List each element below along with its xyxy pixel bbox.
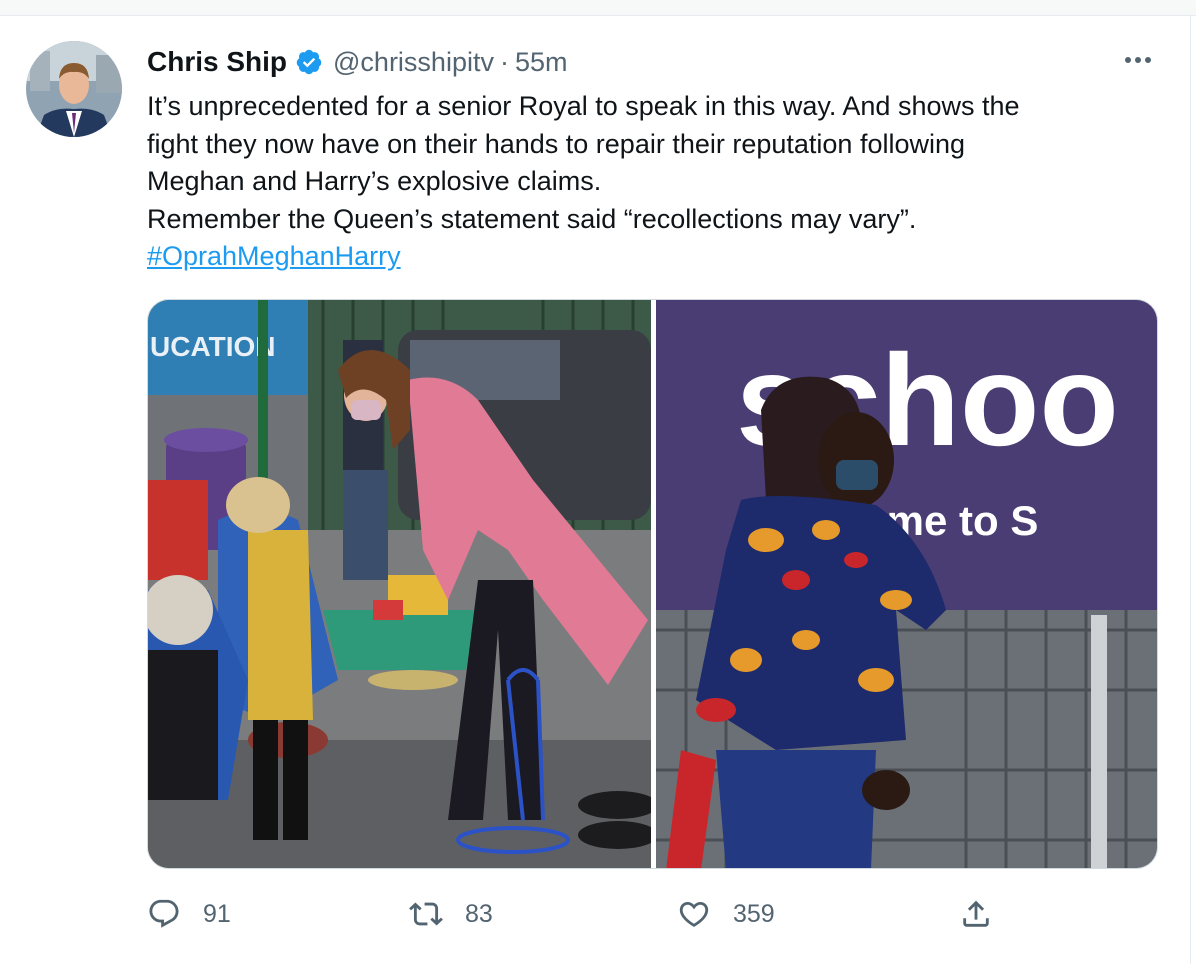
retweet-button[interactable]: 83 xyxy=(409,890,493,938)
tweet-text-line: It’s unprecedented for a senior Royal to… xyxy=(147,91,1020,121)
like-count: 359 xyxy=(733,899,775,928)
author-name[interactable]: Chris Ship xyxy=(147,46,287,78)
retweet-count: 83 xyxy=(465,899,493,928)
avatar[interactable] xyxy=(26,41,122,137)
reply-icon xyxy=(147,897,181,931)
reply-button[interactable]: 91 xyxy=(147,890,231,938)
right-divider xyxy=(1190,16,1191,964)
retweet-icon xyxy=(409,897,443,931)
photo-left[interactable]: UCATION xyxy=(148,300,651,868)
media-grid: UCATION schoo lcome to S xyxy=(147,299,1158,869)
tweet-text-line: fight they now have on their hands to re… xyxy=(147,128,966,159)
reply-count: 91 xyxy=(203,899,231,928)
left-banner-text: UCATION xyxy=(150,331,275,362)
like-button[interactable]: 359 xyxy=(677,890,775,938)
timestamp[interactable]: 55m xyxy=(515,47,568,78)
separator-dot: · xyxy=(499,46,509,77)
tweet-header: Chris Ship @chrisshipitv · 55m xyxy=(147,42,568,82)
top-divider xyxy=(0,0,1196,16)
more-options-icon[interactable] xyxy=(1118,46,1158,74)
tweet-text: It’s unprecedented for a senior Royal to… xyxy=(147,88,1157,276)
tweet-text-line: Meghan and Harry’s explosive claims. xyxy=(147,166,602,196)
verified-badge-icon xyxy=(295,48,323,76)
tweet-text-line: Remember the Queen’s statement said “rec… xyxy=(147,203,917,234)
hashtag-link[interactable]: #OprahMeghanHarry xyxy=(147,241,401,271)
tweet-actions: 91 83 359 xyxy=(147,890,1158,938)
heart-icon xyxy=(677,897,711,931)
share-button[interactable] xyxy=(959,890,993,938)
author-handle[interactable]: @chrisshipitv xyxy=(333,47,494,78)
share-icon xyxy=(959,897,993,931)
photo-right[interactable]: schoo lcome to S xyxy=(656,300,1157,868)
